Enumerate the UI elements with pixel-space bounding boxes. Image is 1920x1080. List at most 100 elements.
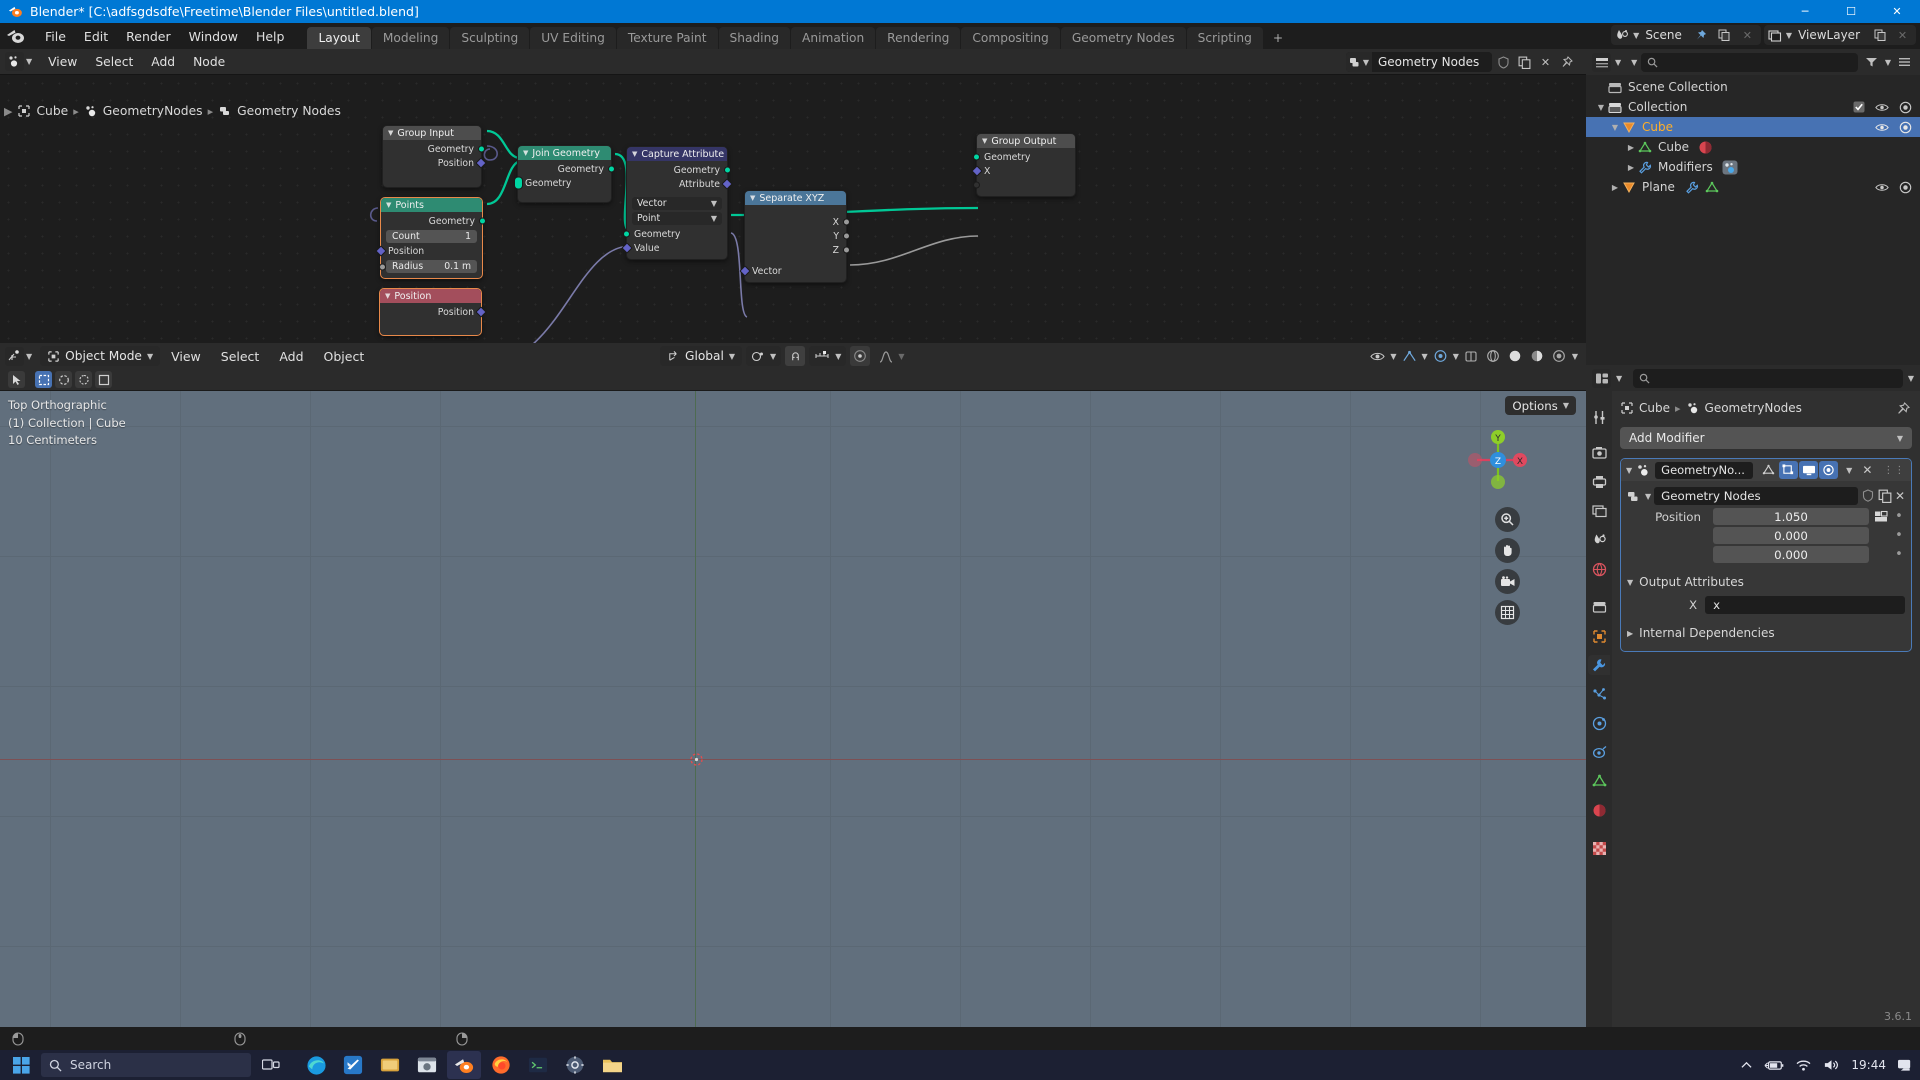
input-socket-geometry[interactable] <box>973 153 980 161</box>
socket-row-attribute-out[interactable]: Attribute <box>627 177 733 191</box>
collapse-chevron-icon[interactable]: ▼ <box>386 201 391 209</box>
tab-object-data[interactable] <box>1588 771 1610 791</box>
position-y-field[interactable]: 0.000 <box>1713 527 1869 544</box>
input-socket-radius[interactable] <box>379 263 386 270</box>
tab-scene[interactable] <box>1588 530 1610 550</box>
prop-count[interactable]: Count 1 <box>386 229 477 243</box>
node-header[interactable]: ▼ Capture Attribute <box>627 147 727 161</box>
eye-icon[interactable] <box>1875 102 1889 113</box>
tab-texture-paint[interactable]: Texture Paint <box>616 27 718 49</box>
taskbar-app-vscode[interactable] <box>336 1051 370 1079</box>
input-socket-geometry[interactable] <box>623 230 630 238</box>
wrench-icon[interactable] <box>1685 181 1699 194</box>
outliner-row-plane[interactable]: ▶ Plane <box>1586 177 1920 197</box>
modifier-extras-chevron-icon[interactable]: ▼ <box>1846 466 1852 475</box>
toggle-realtime-display-icon[interactable] <box>1799 461 1819 479</box>
close-button[interactable]: ✕ <box>1874 0 1920 23</box>
node-separate-xyz[interactable]: ▼ Separate XYZ X Y Z Vector <box>739 190 850 283</box>
modifier-name-field[interactable]: GeometryNo... <box>1655 461 1754 479</box>
socket-row-y[interactable]: Y <box>745 229 850 243</box>
input-attribute-toggle-icon[interactable] <box>1873 510 1889 523</box>
socket-row-geometry-in[interactable]: Geometry <box>623 227 727 241</box>
output-socket-geometry[interactable] <box>608 165 615 173</box>
tab-physics[interactable] <box>1588 713 1610 733</box>
outliner-row-cube-mesh[interactable]: ▶ Cube <box>1586 137 1920 157</box>
tab-tool[interactable] <box>1588 407 1610 427</box>
editor-type-properties-icon[interactable] <box>1592 368 1611 388</box>
nodetree-browse-icon[interactable] <box>1627 490 1642 503</box>
taskbar-search-input[interactable]: Search <box>41 1053 251 1077</box>
taskbar-app-firefox[interactable] <box>484 1051 518 1079</box>
nodetree-name-field[interactable]: Geometry Nodes <box>1654 487 1858 505</box>
notifications-icon[interactable] <box>1897 1058 1914 1073</box>
node-menu-add[interactable]: Add <box>142 53 184 71</box>
socket-row-x-in[interactable]: X <box>971 164 1075 178</box>
visibility-eye-icon[interactable] <box>1368 347 1387 366</box>
collapse-chevron-icon[interactable]: ▼ <box>523 149 528 157</box>
node-header[interactable]: ▼ Join Geometry <box>518 146 611 160</box>
socket-row-x[interactable]: X <box>745 215 850 229</box>
animate-property-dot[interactable]: • <box>1893 509 1905 524</box>
taskbar-app-folder[interactable] <box>595 1051 629 1079</box>
tab-modeling[interactable]: Modeling <box>371 27 450 49</box>
geonodes-icon[interactable] <box>1722 160 1738 175</box>
output-attributes-section-header[interactable]: ▼ Output Attributes <box>1627 571 1905 593</box>
tab-animation[interactable]: Animation <box>791 27 876 49</box>
socket-row-vector-in[interactable]: Vector <box>739 264 846 278</box>
collapse-chevron-icon[interactable]: ▼ <box>982 137 987 145</box>
pan-hand-icon[interactable] <box>1495 538 1520 563</box>
dropdown-data-type[interactable]: Vector ▼ <box>632 197 722 210</box>
tweak-tool-icon[interactable] <box>8 371 25 388</box>
outliner-row-scene-collection[interactable]: Scene Collection <box>1586 77 1920 97</box>
collapse-chevron-icon[interactable]: ▼ <box>632 150 637 158</box>
mesh-icon[interactable] <box>1705 181 1719 194</box>
socket-row-position[interactable]: Position <box>383 156 487 170</box>
tree-expander[interactable]: ▶ <box>1608 183 1622 192</box>
tab-sculpting[interactable]: Sculpting <box>450 27 530 49</box>
drag-handle-icon[interactable]: ⋮⋮ <box>1883 465 1905 476</box>
maximize-button[interactable]: ☐ <box>1828 0 1874 23</box>
taskbar-app-media[interactable] <box>373 1051 407 1079</box>
output-attribute-field[interactable]: x <box>1705 596 1905 614</box>
toggle-ortho-grid-icon[interactable] <box>1495 600 1520 625</box>
new-nodetree-button[interactable] <box>1515 53 1534 72</box>
tab-object[interactable] <box>1588 626 1610 646</box>
output-socket-geometry[interactable] <box>479 217 486 225</box>
output-socket-x[interactable] <box>843 218 850 226</box>
outliner-options-icon[interactable] <box>1895 53 1914 72</box>
input-socket-value[interactable] <box>621 242 633 254</box>
shading-wireframe-icon[interactable] <box>1484 347 1503 366</box>
show-hidden-icons-chevron-up-icon[interactable] <box>1740 1060 1753 1071</box>
node-menu-view[interactable]: View <box>39 53 86 71</box>
remove-viewlayer-button[interactable]: ✕ <box>1893 26 1912 45</box>
position-x-field[interactable]: 1.050 <box>1713 508 1869 525</box>
select-box-alt-icon[interactable] <box>95 371 112 388</box>
camera-render-icon[interactable] <box>1899 101 1912 114</box>
taskbar-app-settings[interactable] <box>558 1051 592 1079</box>
tab-compositing[interactable]: Compositing <box>961 27 1060 49</box>
animate-property-dot[interactable]: • <box>1893 547 1905 562</box>
taskbar-app-edge[interactable] <box>299 1051 333 1079</box>
output-socket-attribute[interactable] <box>721 178 733 190</box>
select-circle-icon[interactable] <box>55 371 72 388</box>
tab-uv-editing[interactable]: UV Editing <box>530 27 616 49</box>
camera-render-icon[interactable] <box>1899 181 1912 194</box>
tab-layout[interactable]: Layout <box>307 27 371 49</box>
scene-selector[interactable]: ▼ Scene ✕ <box>1611 25 1761 45</box>
pin-nodetree-icon[interactable] <box>1557 53 1576 72</box>
tab-view-layer[interactable] <box>1588 501 1610 521</box>
position-z-field[interactable]: 0.000 <box>1713 546 1869 563</box>
properties-search-input[interactable] <box>1633 368 1903 388</box>
minimize-button[interactable]: ─ <box>1782 0 1828 23</box>
viewport-options-button[interactable]: Options ▼ <box>1505 396 1576 415</box>
navigation-gizmo[interactable]: Y X Z <box>1464 426 1532 494</box>
tree-expander[interactable]: ▼ <box>1608 123 1622 132</box>
input-socket-new[interactable] <box>973 181 980 189</box>
node-capture-attribute[interactable]: ▼ Capture Attribute Geometry Attribute V… <box>621 146 733 260</box>
node-join-geometry[interactable]: ▼ Join Geometry Geometry Geometry <box>514 145 615 203</box>
socket-row-position[interactable]: Position <box>380 305 487 319</box>
start-button[interactable] <box>4 1051 38 1079</box>
viewport-menu-view[interactable]: View <box>162 347 210 366</box>
socket-row-geometry-out[interactable]: Geometry <box>518 162 615 176</box>
viewlayer-selector[interactable]: ▼ ViewLayer ✕ <box>1763 25 1916 45</box>
